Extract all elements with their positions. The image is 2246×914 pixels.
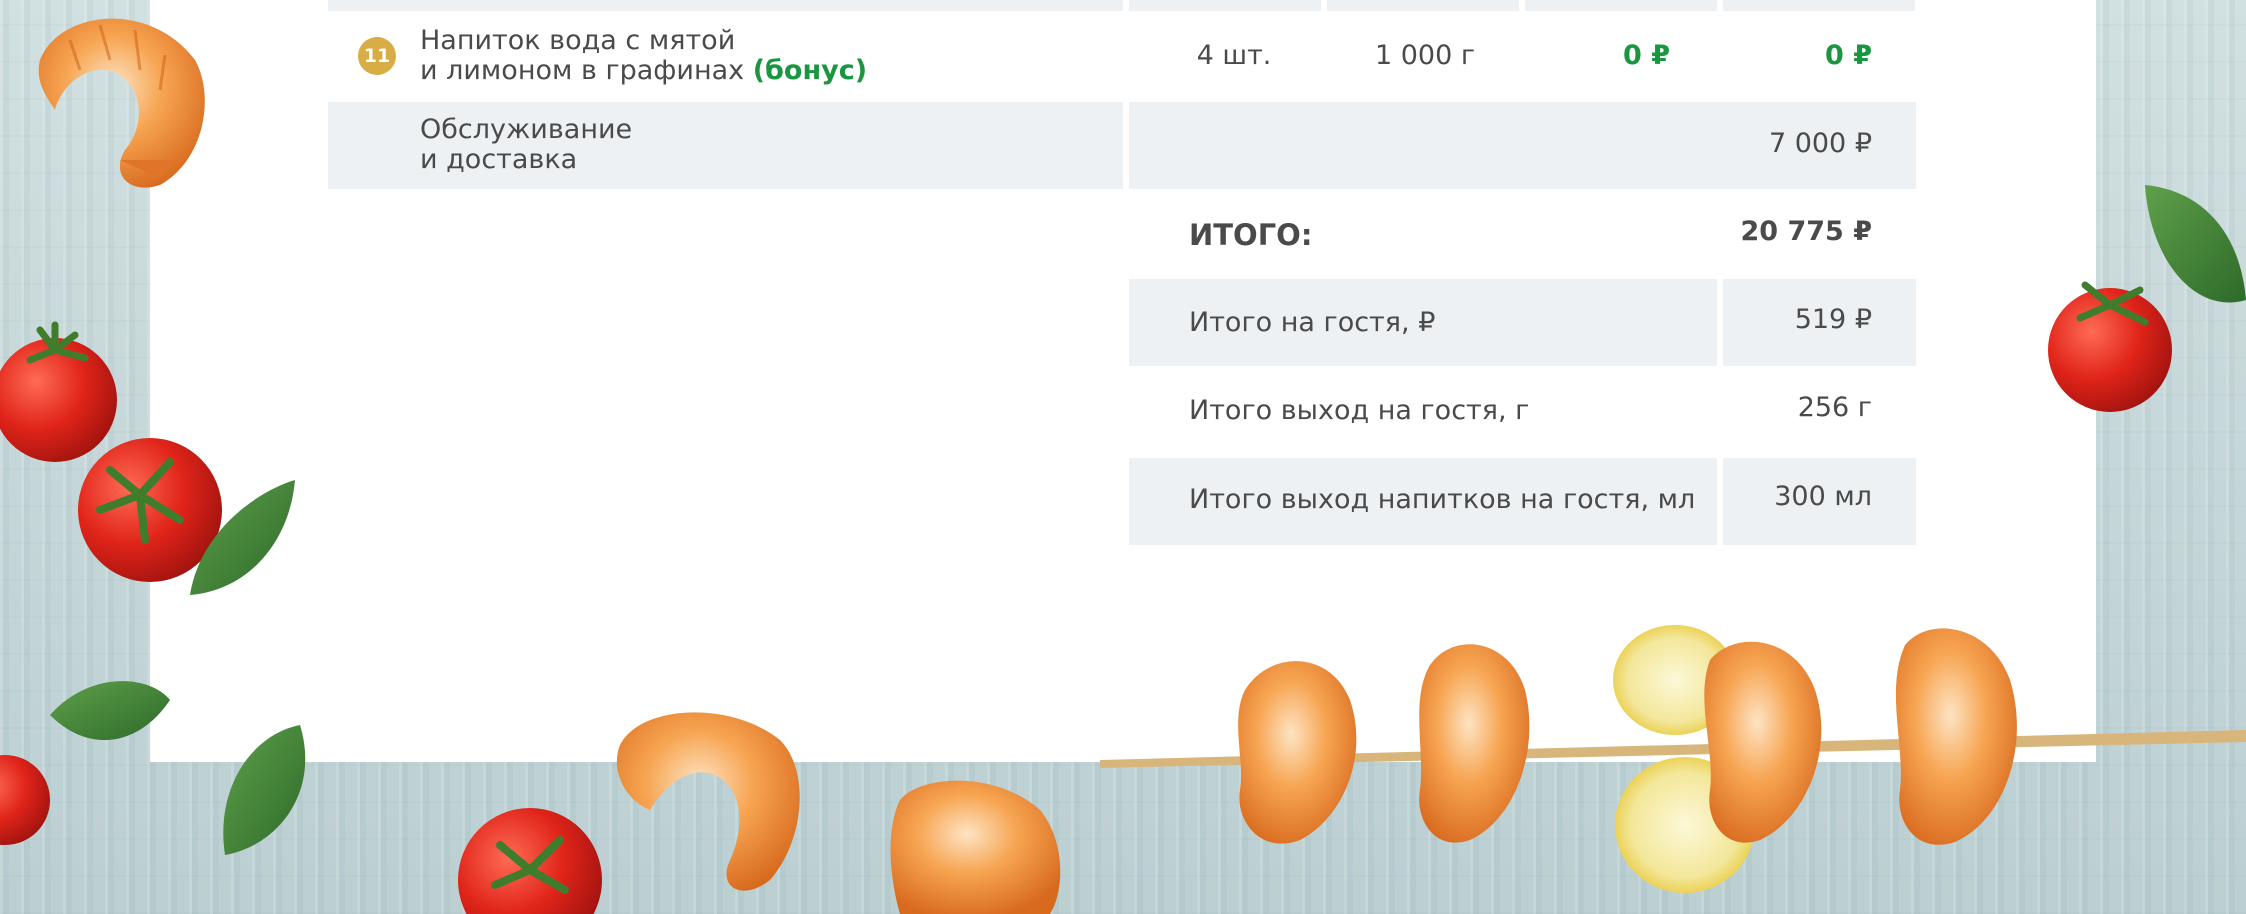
item-total: 0 ₽ bbox=[1825, 40, 1872, 71]
service-value: 7 000 ₽ bbox=[1768, 128, 1872, 159]
tomato-image-left-1 bbox=[0, 321, 117, 462]
table-header-remnant-weight bbox=[1327, 0, 1519, 11]
drinks-per-guest-value: 300 мл bbox=[1774, 481, 1872, 512]
table-header-remnant-total bbox=[1723, 0, 1915, 11]
item-quantity: 4 шт. bbox=[1196, 40, 1272, 71]
table-header-remnant-qty bbox=[1129, 0, 1321, 11]
table-header-remnant-price bbox=[1525, 0, 1717, 11]
item-name-line2-text: и лимоном в графинах bbox=[420, 55, 745, 86]
per-guest-label: Итого на гостя, ₽ bbox=[1189, 307, 1436, 338]
row-number-badge: 11 bbox=[358, 37, 396, 75]
bonus-tag: (бонус) bbox=[752, 55, 868, 86]
per-guest-value: 519 ₽ bbox=[1794, 304, 1872, 335]
shrimp-image-bottom-2 bbox=[890, 780, 1061, 914]
yield-per-guest-value: 256 г bbox=[1797, 392, 1872, 423]
tomato-image-bottom bbox=[458, 808, 602, 914]
grand-total-label: ИТОГО: bbox=[1189, 218, 1313, 252]
yield-per-guest-label: Итого выход на гостя, г bbox=[1189, 395, 1530, 426]
drinks-per-guest-label: Итого выход напитков на гостя, мл bbox=[1189, 484, 1696, 515]
tomato-image-bottom-left-edge bbox=[0, 755, 50, 845]
item-name-line2: и лимоном в графинах (бонус) bbox=[420, 56, 867, 86]
service-label-line1: Обслуживание bbox=[420, 114, 633, 145]
table-header-remnant-name bbox=[328, 0, 1123, 11]
item-name-line1: Напиток вода с мятой bbox=[420, 25, 736, 56]
service-label-line2: и доставка bbox=[420, 144, 578, 175]
grand-total-value: 20 775 ₽ bbox=[1740, 216, 1872, 247]
basil-leaf-right bbox=[2145, 185, 2246, 303]
item-price: 0 ₽ bbox=[1623, 40, 1670, 71]
